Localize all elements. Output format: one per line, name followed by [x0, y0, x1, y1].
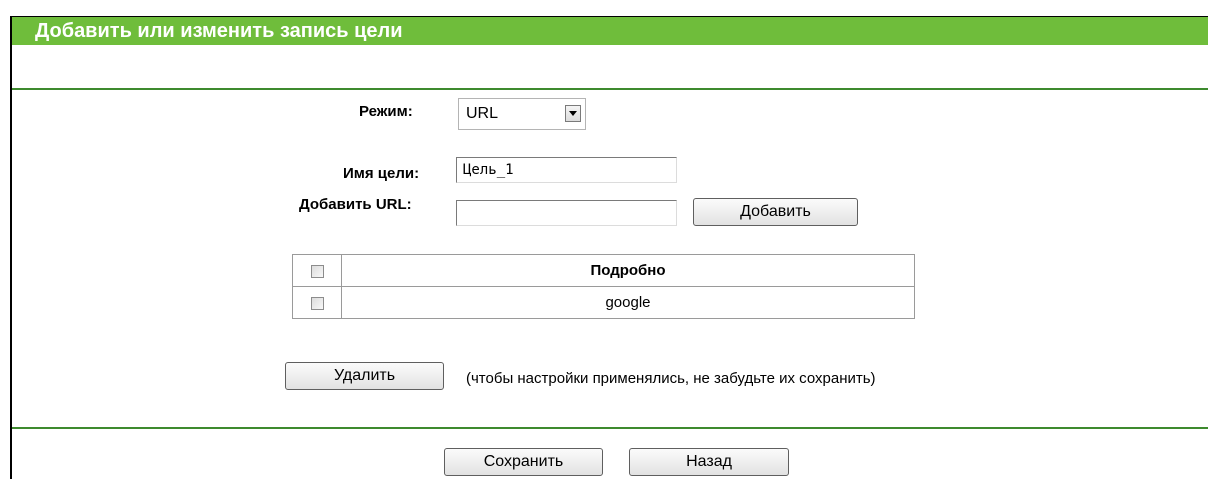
target-name-input[interactable]: [456, 157, 677, 183]
url-table: Подробно google: [292, 254, 915, 319]
page-frame: [10, 16, 1208, 479]
mode-select[interactable]: URL: [458, 98, 586, 130]
mode-label: Режим:: [359, 103, 413, 120]
title-bar: Добавить или изменить запись цели: [12, 17, 1208, 45]
target-name-label: Имя цели:: [343, 165, 420, 182]
select-all-checkbox[interactable]: [310, 264, 324, 278]
add-url-input[interactable]: [456, 200, 677, 226]
column-header-details: Подробно: [341, 254, 915, 287]
add-url-label: Добавить URL:: [299, 196, 412, 213]
save-reminder-note: (чтобы настройки применялись, не забудьт…: [466, 370, 876, 387]
page-title: Добавить или изменить запись цели: [35, 20, 403, 42]
table-cell-url: google: [341, 286, 915, 319]
save-button[interactable]: Сохранить: [444, 448, 603, 476]
top-divider: [12, 88, 1208, 90]
back-button[interactable]: Назад: [629, 448, 789, 476]
row-checkbox[interactable]: [310, 296, 324, 310]
table-header-row: Подробно: [292, 254, 915, 287]
select-all-cell: [292, 254, 342, 287]
delete-button[interactable]: Удалить: [285, 362, 444, 390]
row-checkbox-cell: [292, 286, 342, 319]
chevron-down-icon[interactable]: [565, 105, 581, 122]
bottom-divider: [12, 427, 1208, 429]
mode-select-value: URL: [466, 105, 499, 122]
add-button[interactable]: Добавить: [693, 198, 858, 226]
table-row: google: [292, 286, 915, 319]
